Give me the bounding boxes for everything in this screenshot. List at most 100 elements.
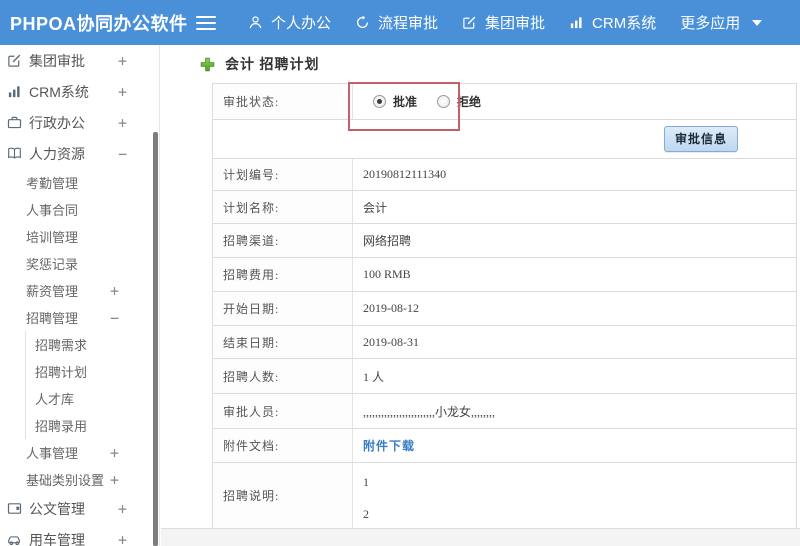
sidebar-item-label: 培训管理 bbox=[26, 230, 79, 245]
page-title: 会计 招聘计划 bbox=[225, 58, 320, 73]
sidebar-item-label: 考勤管理 bbox=[26, 176, 79, 191]
app-title: PHPOA协同办公软件 bbox=[10, 13, 188, 34]
sidebar-item-招聘录用[interactable]: 招聘录用 bbox=[0, 412, 159, 439]
status-label: 审批状态: bbox=[213, 84, 353, 119]
expand-icon[interactable]: + bbox=[118, 500, 127, 518]
recruit-plan-table: 审批状态: 批准 拒绝 审批信息 计划编号: 20190812111340 计划名称:… bbox=[212, 82, 797, 530]
nav-item-0[interactable]: 个人办公 bbox=[248, 12, 331, 33]
row-value: 12 bbox=[353, 463, 796, 528]
row-value: 20190812111340 bbox=[363, 167, 447, 181]
edit-icon bbox=[7, 53, 22, 68]
document-icon bbox=[7, 501, 22, 516]
radio-option-批准[interactable]: 批准 bbox=[373, 93, 417, 110]
sidebar-item-label: 招聘需求 bbox=[35, 338, 88, 353]
sidebar-scrollbar[interactable] bbox=[153, 132, 158, 546]
detail-row-6: 招聘人数: 1 人 bbox=[213, 359, 796, 394]
bar-chart-icon bbox=[569, 15, 584, 30]
person-icon bbox=[248, 15, 263, 30]
sidebar-item-奖惩记录[interactable]: 奖惩记录 bbox=[0, 250, 159, 277]
phpoa-app: PHPOA协同办公软件 个人办公 流程审批 集团审批 CRM系统 更多应用 集团审批 + C… bbox=[0, 0, 800, 546]
row-value: 附件下载 bbox=[353, 429, 796, 462]
expand-icon[interactable]: + bbox=[110, 444, 119, 462]
approve-info-button[interactable]: 审批信息 bbox=[663, 126, 738, 152]
book-icon bbox=[7, 146, 22, 161]
row-label: 审批人员: bbox=[213, 394, 353, 428]
nav-item-label: 流程审批 bbox=[378, 15, 439, 32]
nav-item-label: CRM系统 bbox=[592, 15, 657, 32]
sidebar-item-label: 招聘管理 bbox=[26, 311, 79, 326]
expand-icon[interactable]: + bbox=[118, 531, 127, 546]
row-value: ,,,,,,,,,,,,,,,,,,,,,,,,小龙女,,,,,,,, bbox=[363, 404, 496, 419]
sidebar-item-label: 公文管理 bbox=[29, 500, 85, 517]
sidebar-item-CRM系统[interactable]: CRM系统 + bbox=[0, 76, 159, 107]
top-nav: 个人办公 流程审批 集团审批 CRM系统 更多应用 bbox=[248, 12, 786, 33]
expand-icon[interactable]: + bbox=[118, 114, 127, 132]
row-label: 招聘人数: bbox=[213, 359, 353, 393]
radio-label: 批准 bbox=[393, 95, 418, 109]
sidebar-item-label: 用车管理 bbox=[29, 531, 85, 546]
bar-chart-icon bbox=[7, 84, 22, 99]
row-value: 网络招聘 bbox=[363, 234, 412, 248]
radio-option-拒绝[interactable]: 拒绝 bbox=[437, 93, 481, 110]
row-value: 2019-08-12 bbox=[363, 301, 419, 315]
status-radio-group: 批准 拒绝 bbox=[363, 93, 481, 110]
nav-item-1[interactable]: 流程审批 bbox=[355, 12, 438, 33]
expand-icon[interactable]: + bbox=[110, 471, 119, 489]
row-label: 招聘费用: bbox=[213, 258, 353, 291]
expand-icon[interactable]: + bbox=[118, 52, 127, 70]
row-label: 计划名称: bbox=[213, 191, 353, 223]
bottom-strip bbox=[161, 528, 800, 546]
nav-item-label: 更多应用 bbox=[680, 15, 741, 32]
nav-item-2[interactable]: 集团审批 bbox=[462, 12, 545, 33]
expand-icon[interactable]: + bbox=[118, 83, 127, 101]
sidebar-item-用车管理[interactable]: 用车管理 + bbox=[0, 524, 159, 546]
sidebar-item-基础类别设置[interactable]: 基础类别设置 + bbox=[0, 466, 159, 493]
button-row: 审批信息 bbox=[213, 120, 796, 159]
radio-selected-icon[interactable] bbox=[373, 95, 386, 108]
sidebar-item-招聘需求[interactable]: 招聘需求 bbox=[0, 331, 159, 358]
detail-row-0: 计划编号: 20190812111340 bbox=[213, 159, 796, 191]
sidebar-item-人事合同[interactable]: 人事合同 bbox=[0, 196, 159, 223]
row-value: 会计 bbox=[363, 200, 388, 215]
sidebar-item-培训管理[interactable]: 培训管理 bbox=[0, 223, 159, 250]
row-label: 结束日期: bbox=[213, 326, 353, 358]
sidebar-item-招聘管理[interactable]: 招聘管理 − bbox=[0, 304, 159, 331]
radio-label: 拒绝 bbox=[457, 95, 482, 109]
sidebar-item-label: CRM系统 bbox=[29, 83, 89, 100]
sidebar-item-人力资源[interactable]: 人力资源 − bbox=[0, 138, 159, 169]
nav-item-label: 个人办公 bbox=[271, 15, 332, 32]
nav-item-4[interactable]: 更多应用 bbox=[680, 12, 763, 33]
row-value: 100 RMB bbox=[363, 267, 411, 281]
sidebar-item-公文管理[interactable]: 公文管理 + bbox=[0, 493, 159, 524]
nav-item-3[interactable]: CRM系统 bbox=[569, 12, 656, 33]
sidebar-item-label: 行政办公 bbox=[29, 114, 85, 131]
hamburger-menu-icon[interactable] bbox=[196, 15, 216, 30]
sidebar-item-label: 集团审批 bbox=[29, 52, 85, 69]
radio-unselected-icon[interactable] bbox=[437, 95, 451, 108]
detail-row-1: 计划名称: 会计 bbox=[213, 191, 796, 224]
sidebar-item-招聘计划[interactable]: 招聘计划 bbox=[0, 358, 159, 385]
sidebar-item-人才库[interactable]: 人才库 bbox=[0, 385, 159, 412]
row-label: 附件文档: bbox=[213, 429, 353, 462]
detail-row-2: 招聘渠道: 网络招聘 bbox=[213, 224, 796, 258]
sidebar-item-考勤管理[interactable]: 考勤管理 bbox=[0, 169, 159, 196]
sidebar-item-薪资管理[interactable]: 薪资管理 + bbox=[0, 277, 159, 304]
expand-icon[interactable]: + bbox=[110, 282, 119, 300]
row-label: 计划编号: bbox=[213, 159, 353, 190]
sidebar-item-label: 奖惩记录 bbox=[26, 257, 79, 272]
edit-icon bbox=[462, 15, 477, 30]
sidebar-item-label: 人力资源 bbox=[29, 145, 85, 162]
sidebar-item-行政办公[interactable]: 行政办公 + bbox=[0, 107, 159, 138]
sidebar-item-集团审批[interactable]: 集团审批 + bbox=[0, 45, 159, 76]
top-bar: PHPOA协同办公软件 个人办公 流程审批 集团审批 CRM系统 更多应用 bbox=[0, 0, 800, 45]
attachment-download-link[interactable]: 附件下载 bbox=[363, 437, 415, 454]
collapse-icon[interactable]: − bbox=[118, 145, 127, 163]
detail-row-8: 附件文档: 附件下载 bbox=[213, 429, 796, 463]
row-value: 2019-08-31 bbox=[363, 334, 419, 349]
collapse-icon[interactable]: − bbox=[110, 309, 119, 327]
detail-row-4: 开始日期: 2019-08-12 bbox=[213, 292, 796, 326]
row-label: 招聘说明: bbox=[213, 463, 353, 528]
sidebar-item-人事管理[interactable]: 人事管理 + bbox=[0, 439, 159, 466]
row-value: 1 人 bbox=[363, 369, 385, 384]
nav-item-label: 集团审批 bbox=[485, 15, 546, 32]
